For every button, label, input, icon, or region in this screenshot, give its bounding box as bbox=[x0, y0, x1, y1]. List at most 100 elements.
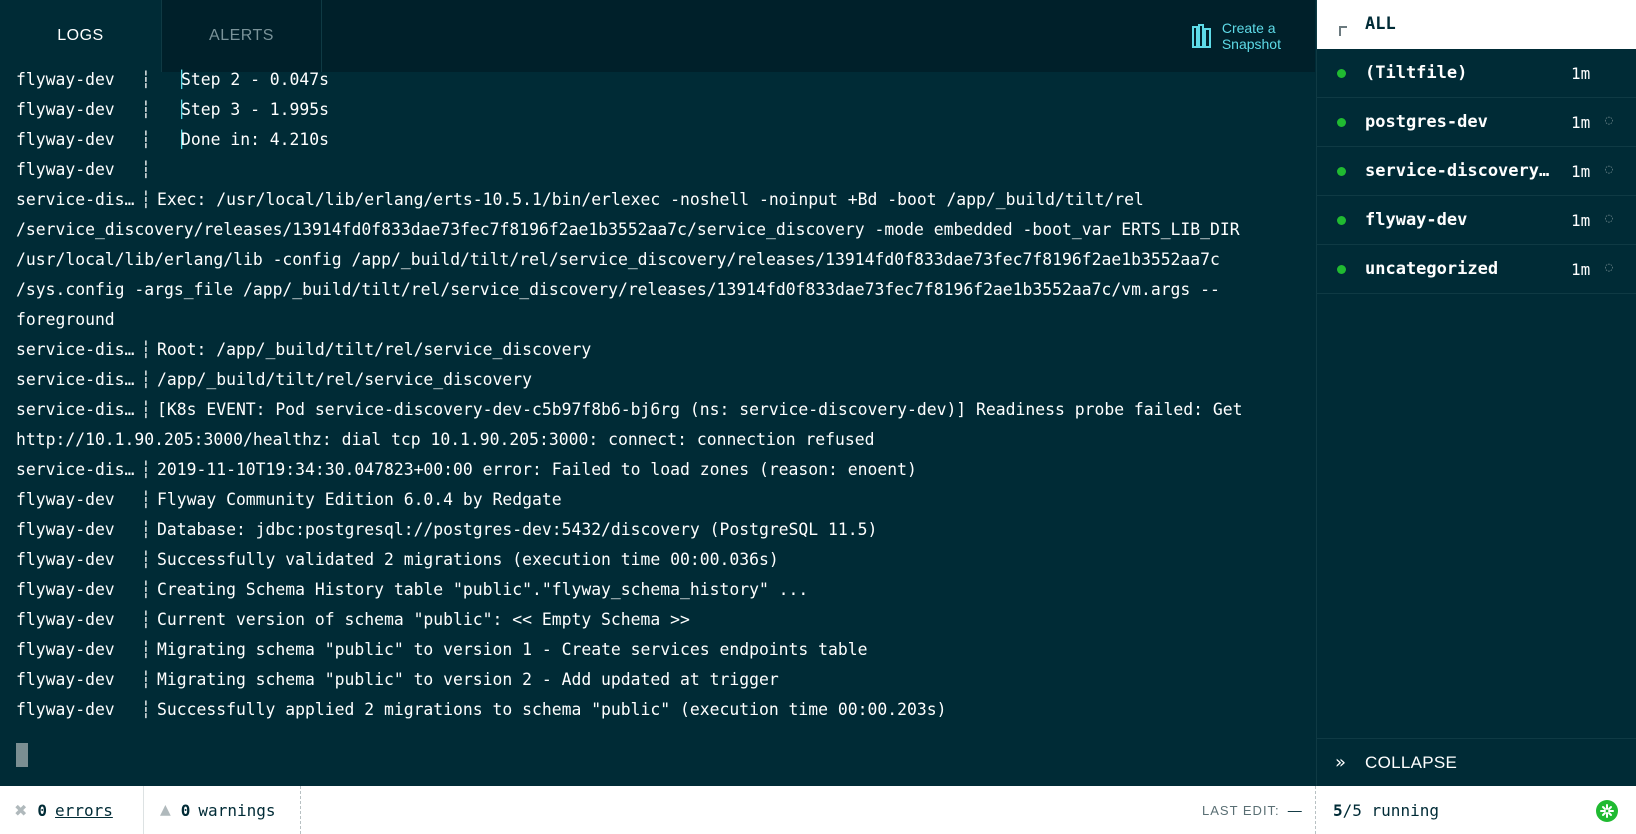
errors-indicator[interactable]: ✖ 0 errors bbox=[14, 786, 113, 834]
log-line: flyway-dev ┆ Database: jdbc:postgresql://p… bbox=[16, 515, 1306, 545]
sidebar-item-resource[interactable]: flyway-dev 1m ◌ bbox=[1317, 196, 1636, 245]
sidebar-item-resource[interactable]: service-discovery-dev 1m ◌ bbox=[1317, 147, 1636, 196]
create-snapshot-button[interactable]: Create a Snapshot bbox=[1191, 20, 1281, 52]
log-text: /service_discovery/releases/13914fd0f833… bbox=[16, 220, 1240, 239]
tab-alerts[interactable]: ALERTS bbox=[161, 0, 322, 72]
error-x-icon: ✖ bbox=[14, 800, 28, 820]
log-text: [K8s EVENT: Pod service-discovery-dev-c5… bbox=[157, 400, 1243, 419]
log-line: flyway-dev ┆ │ Step 3 - 1.995s bbox=[16, 95, 1306, 125]
sidebar-item-resource[interactable]: (Tiltfile) 1m bbox=[1317, 49, 1636, 98]
spinner-icon: ◌ bbox=[1605, 260, 1613, 275]
log-separator: ┆ bbox=[141, 580, 151, 599]
resource-time: 1m bbox=[1571, 113, 1591, 132]
log-text: Root: /app/_build/tilt/rel/service_disco… bbox=[157, 340, 592, 359]
log-line: flyway-dev ┆ Current version of schema "pu… bbox=[16, 605, 1306, 635]
log-text: Current version of schema "public": << E… bbox=[157, 610, 690, 629]
log-text: Done in: 4.210s bbox=[181, 130, 330, 149]
warnings-indicator[interactable]: ▲ 0 warnings bbox=[160, 786, 275, 834]
resource-name: (Tiltfile) bbox=[1365, 63, 1468, 83]
status-dot-icon bbox=[1337, 265, 1346, 274]
log-separator: ┆ bbox=[141, 640, 151, 659]
errors-link[interactable]: errors bbox=[55, 801, 113, 820]
log-text: Migrating schema "public" to version 1 -… bbox=[157, 640, 868, 659]
log-line: service-dis… ┆ Root: /app/_build/tilt/rel/… bbox=[16, 335, 1306, 365]
corner-icon bbox=[1339, 26, 1347, 36]
running-count: 5 bbox=[1333, 800, 1343, 820]
log-text: Flyway Community Edition 6.0.4 by Redgat… bbox=[157, 490, 562, 509]
log-text: 2019-11-10T19:34:30.047823+00:00 error: … bbox=[157, 460, 917, 479]
divider bbox=[1315, 786, 1316, 834]
log-source: flyway-dev bbox=[16, 490, 115, 509]
sidebar-item-all[interactable]: ALL bbox=[1317, 0, 1636, 49]
divider bbox=[143, 786, 144, 834]
divider bbox=[300, 786, 301, 834]
log-line: /sys.config -args_file /app/_build/tilt/… bbox=[16, 275, 1306, 305]
last-edit-value: — bbox=[1287, 802, 1303, 818]
status-dot-icon bbox=[1337, 167, 1346, 176]
log-source: flyway-dev bbox=[16, 700, 115, 719]
log-separator: ┆ bbox=[141, 370, 151, 389]
resource-time: 1m bbox=[1571, 162, 1591, 181]
log-line: service-dis… ┆ /app/_build/tilt/rel/servic… bbox=[16, 365, 1306, 395]
double-chevron-right-icon: » bbox=[1335, 752, 1347, 773]
status-dot-icon bbox=[1337, 118, 1346, 127]
errors-count: 0 bbox=[37, 800, 48, 820]
log-text: Creating Schema History table "public"."… bbox=[157, 580, 809, 599]
log-source: flyway-dev bbox=[16, 70, 115, 89]
log-line: flyway-dev ┆ bbox=[16, 155, 1306, 185]
log-text: http://10.1.90.205:3000/healthz: dial tc… bbox=[16, 430, 875, 449]
log-separator: ┆ bbox=[141, 460, 151, 479]
log-line: flyway-dev ┆ Creating Schema History table… bbox=[16, 575, 1306, 605]
log-output: flyway-dev ┆ │ Step 2 - 0.047s flyway-dev ┆ … bbox=[16, 65, 1306, 725]
tab-logs[interactable]: LOGS bbox=[0, 0, 161, 72]
sidebar-item-resource[interactable]: postgres-dev 1m ◌ bbox=[1317, 98, 1636, 147]
log-separator: ┆ bbox=[141, 550, 151, 569]
sidebar-item-resource[interactable]: uncategorized 1m ◌ bbox=[1317, 245, 1636, 294]
resource-time: 1m bbox=[1571, 260, 1591, 279]
resource-name: uncategorized bbox=[1365, 259, 1499, 279]
log-text: Successfully validated 2 migrations (exe… bbox=[157, 550, 779, 569]
log-source: flyway-dev bbox=[16, 130, 115, 149]
snapshot-label-line1: Create a bbox=[1221, 20, 1276, 36]
log-source: flyway-dev bbox=[16, 520, 115, 539]
running-total: /5 running bbox=[1342, 800, 1439, 820]
collapse-label: COLLAPSE bbox=[1365, 753, 1458, 772]
log-text: Database: jdbc:postgresql://postgres-dev… bbox=[157, 520, 878, 539]
log-text: foreground bbox=[16, 310, 115, 329]
log-line: flyway-dev ┆ Flyway Community Edition 6.0.… bbox=[16, 485, 1306, 515]
log-source: flyway-dev bbox=[16, 610, 115, 629]
log-separator: ┆ bbox=[141, 610, 151, 629]
running-status: 5 /5 running bbox=[1333, 786, 1439, 834]
running-status-icon bbox=[1596, 800, 1618, 822]
collapse-button[interactable]: » COLLAPSE bbox=[1317, 738, 1636, 786]
log-source: flyway-dev bbox=[16, 580, 115, 599]
log-source: service-dis… bbox=[16, 190, 135, 209]
log-line: flyway-dev ┆ Successfully applied 2 migrat… bbox=[16, 695, 1306, 725]
log-pane: LOGS ALERTS Create a Snapshot flyway-dev… bbox=[0, 0, 1315, 786]
log-cursor bbox=[16, 743, 28, 767]
log-separator: ┆ bbox=[141, 160, 151, 179]
log-line: flyway-dev ┆ Successfully validated 2 migr… bbox=[16, 545, 1306, 575]
log-separator: ┆ bbox=[141, 520, 151, 539]
log-source: service-dis… bbox=[16, 340, 135, 359]
log-line: flyway-dev ┆ Migrating schema "public" to … bbox=[16, 635, 1306, 665]
log-separator: ┆ bbox=[141, 700, 151, 719]
log-text: Migrating schema "public" to version 2 -… bbox=[157, 670, 779, 689]
last-edit-label: LAST EDIT: bbox=[1202, 802, 1280, 818]
snapshot-label-line2: Snapshot bbox=[1221, 36, 1281, 52]
resource-name: flyway-dev bbox=[1365, 210, 1468, 230]
snapshot-icon bbox=[1191, 23, 1212, 49]
log-separator: ┆ bbox=[141, 100, 151, 119]
status-bar: ✖ 0 errors ▲ 0 warnings LAST EDIT: — 5 /… bbox=[0, 786, 1636, 834]
log-step-bar: │ bbox=[157, 130, 187, 149]
log-source: service-dis… bbox=[16, 460, 135, 479]
sidebar-item-label: ALL bbox=[1365, 14, 1396, 34]
log-line: service-dis… ┆ Exec: /usr/local/lib/erlang… bbox=[16, 185, 1306, 215]
log-source: flyway-dev bbox=[16, 550, 115, 569]
log-source: flyway-dev bbox=[16, 670, 115, 689]
last-edit: LAST EDIT: — bbox=[1202, 786, 1303, 834]
log-separator: ┆ bbox=[141, 670, 151, 689]
log-line: service-dis… ┆ [K8s EVENT: Pod service-dis… bbox=[16, 395, 1306, 425]
log-line: /service_discovery/releases/13914fd0f833… bbox=[16, 215, 1306, 245]
log-text: Exec: /usr/local/lib/erlang/erts-10.5.1/… bbox=[157, 190, 1144, 209]
